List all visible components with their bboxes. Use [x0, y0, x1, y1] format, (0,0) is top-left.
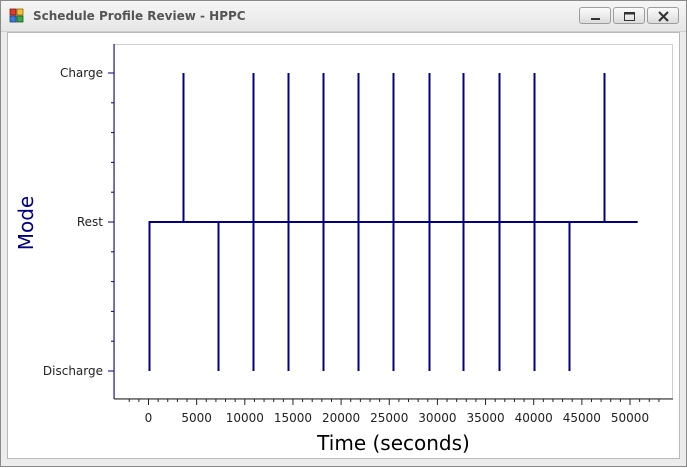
- x-tick-label: 30000: [418, 411, 456, 425]
- x-tick-label: 45000: [563, 411, 601, 425]
- x-tick-label: 5000: [181, 411, 212, 425]
- x-tick-label: 40000: [515, 411, 553, 425]
- y-tick-label: Charge: [60, 66, 103, 80]
- x-tick-label: 0: [145, 411, 153, 425]
- x-axis-title: Time (seconds): [316, 431, 470, 455]
- x-tick-label: 20000: [322, 411, 360, 425]
- y-axis-title: Mode: [14, 196, 38, 251]
- x-tick-label: 10000: [226, 411, 264, 425]
- chart-axes: [108, 44, 673, 405]
- chart-labels: Discharge Rest Charge 0 5000 10000 15000 20000 2…: [43, 66, 649, 425]
- x-tick-label: 25000: [370, 411, 408, 425]
- mode-time-chart: Discharge Rest Charge 0 5000 10000 15000 20000 2…: [14, 44, 673, 455]
- y-tick-label: Rest: [77, 215, 103, 229]
- y-tick-label: Discharge: [43, 364, 103, 378]
- x-tick-label: 15000: [274, 411, 312, 425]
- chart-marks: [148, 73, 638, 371]
- x-tick-label: 35000: [466, 411, 504, 425]
- x-tick-label: 50000: [611, 411, 649, 425]
- app-window: Schedule Profile Review - HPPC Discharge…: [0, 0, 687, 467]
